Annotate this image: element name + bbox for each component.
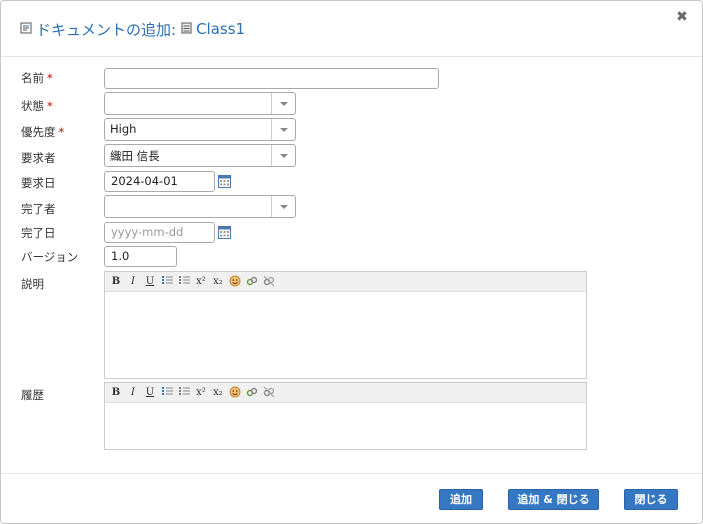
requester-select[interactable]: 織田 信長 [104, 144, 296, 167]
dialog-title-class: Class1 [196, 20, 246, 38]
required-mark: * [47, 99, 53, 113]
version-input[interactable]: 1.0 [104, 246, 177, 267]
requester-value: 織田 信長 [110, 149, 160, 163]
dialog-footer: 追加 追加 & 閉じる 閉じる [1, 473, 702, 523]
chevron-down-icon[interactable] [271, 93, 295, 114]
add-and-close-button[interactable]: 追加 & 閉じる [508, 489, 599, 510]
version-label: バージョン [21, 250, 79, 264]
history-editor-body[interactable] [105, 403, 586, 449]
underline-icon[interactable]: U [144, 275, 156, 289]
subscript-icon[interactable]: x₂ [212, 386, 224, 400]
history-label: 履歴 [21, 388, 44, 402]
requester-label: 要求者 [21, 151, 56, 165]
request-date-label: 要求日 [21, 176, 56, 190]
unlink-icon[interactable] [263, 275, 275, 289]
calendar-icon[interactable] [218, 174, 231, 188]
required-mark: * [58, 125, 65, 139]
calendar-icon[interactable] [218, 225, 231, 239]
subscript-icon[interactable]: x₂ [212, 275, 224, 289]
dialog-title: ドキュメントの追加: Class1 [20, 18, 245, 40]
bold-icon[interactable]: B [110, 275, 122, 289]
completer-select[interactable] [104, 195, 296, 218]
chevron-down-icon[interactable] [271, 145, 295, 166]
link-icon[interactable] [246, 275, 258, 289]
add-button[interactable]: 追加 [439, 489, 483, 510]
name-input[interactable] [104, 68, 439, 89]
editor-toolbar: B I U x² x₂ [105, 272, 586, 292]
description-editor[interactable]: B I U x² x₂ [104, 271, 587, 379]
italic-icon[interactable]: I [127, 386, 139, 400]
superscript-icon[interactable]: x² [195, 386, 207, 400]
completion-date-label: 完了日 [21, 226, 56, 240]
underline-icon[interactable]: U [144, 386, 156, 400]
close-button[interactable]: 閉じる [624, 489, 678, 510]
class-icon [181, 20, 192, 38]
link-icon[interactable] [246, 386, 258, 400]
dialog-header: ドキュメントの追加: Class1 ✖ [1, 1, 702, 57]
emoji-icon[interactable] [229, 386, 241, 400]
completer-label: 完了者 [21, 202, 56, 216]
required-mark: * [47, 71, 53, 85]
superscript-icon[interactable]: x² [195, 275, 207, 289]
description-editor-body[interactable] [105, 292, 586, 378]
status-label: 状態 * [21, 99, 53, 113]
status-select[interactable] [104, 92, 296, 115]
unordered-list-icon[interactable] [178, 386, 190, 400]
unlink-icon[interactable] [263, 386, 275, 400]
dialog-title-text: ドキュメントの追加: [36, 20, 177, 39]
italic-icon[interactable]: I [127, 275, 139, 289]
history-editor[interactable]: B I U x² x₂ [104, 382, 587, 450]
ordered-list-icon[interactable] [161, 386, 173, 400]
completion-date-input[interactable]: yyyy-mm-dd [104, 222, 215, 243]
chevron-down-icon[interactable] [271, 196, 295, 217]
editor-toolbar: B I U x² x₂ [105, 383, 586, 403]
close-icon[interactable]: ✖ [674, 9, 690, 25]
name-label: 名前 * [21, 71, 53, 85]
document-icon [20, 20, 32, 38]
bold-icon[interactable]: B [110, 386, 122, 400]
priority-label: 優先度 * [21, 125, 65, 139]
chevron-down-icon[interactable] [271, 119, 295, 140]
add-document-dialog: ドキュメントの追加: Class1 ✖ 名前 * 状態 * 優先度 * High 要求… [0, 0, 703, 524]
request-date-input[interactable]: 2024-04-01 [104, 171, 215, 192]
priority-select[interactable]: High [104, 118, 296, 141]
unordered-list-icon[interactable] [178, 275, 190, 289]
priority-value: High [110, 122, 137, 136]
ordered-list-icon[interactable] [161, 275, 173, 289]
emoji-icon[interactable] [229, 275, 241, 289]
description-label: 説明 [21, 277, 44, 291]
